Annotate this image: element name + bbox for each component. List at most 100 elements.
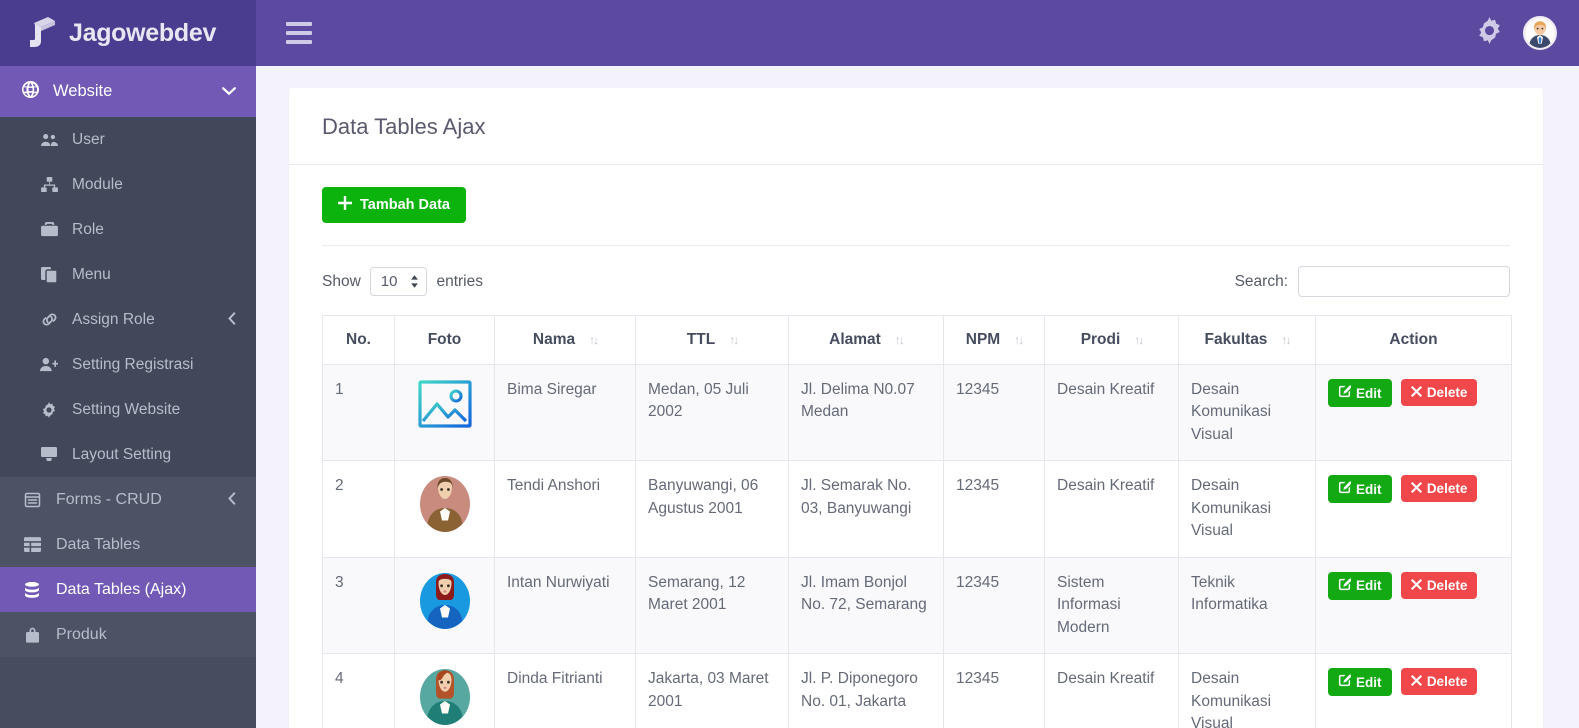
- cell-no: 1: [322, 363, 395, 462]
- sidebar-item-produk[interactable]: Produk: [0, 612, 256, 657]
- sidebar-submenu: User Module Role Menu Assign Role Settin…: [0, 117, 256, 477]
- edit-button[interactable]: Edit: [1328, 668, 1392, 697]
- sidebar-item-label: User: [72, 130, 105, 148]
- sidebar-item-label: Setting Website: [72, 400, 181, 418]
- card-body: Tambah Data Show 10 entries Search: No. …: [289, 165, 1543, 728]
- stepper-arrows-icon: [409, 274, 420, 289]
- column-label: Prodi: [1080, 331, 1121, 348]
- cell-prodi: Desain Kreatif: [1044, 363, 1179, 462]
- chevron-left-icon: [228, 491, 236, 508]
- globe-icon: [22, 80, 39, 103]
- sidebar-item-label: Module: [72, 175, 123, 193]
- entries-value: 10: [380, 273, 398, 290]
- delete-button[interactable]: Delete: [1400, 668, 1478, 696]
- add-data-button[interactable]: Tambah Data: [322, 187, 466, 223]
- delete-button[interactable]: Delete: [1400, 571, 1478, 599]
- column-header-no[interactable]: No.: [322, 315, 395, 365]
- search-input[interactable]: [1298, 266, 1510, 297]
- cell-alamat: Jl. Imam Bonjol No. 72, Semarang: [788, 556, 944, 655]
- sidebar-item-label: Forms - CRUD: [56, 490, 162, 508]
- delete-button[interactable]: Delete: [1400, 379, 1478, 406]
- cell-npm: 12345: [943, 363, 1045, 462]
- menu-toggle-button[interactable]: [286, 22, 312, 44]
- sort-icon: ↑↓: [1281, 333, 1291, 347]
- column-label: Fakultas: [1204, 331, 1268, 348]
- settings-gear-icon[interactable]: [1476, 17, 1503, 49]
- table-row: 4 Dinda Fitrianti Jakarta, 03 Maret 2001…: [322, 653, 1512, 728]
- entries-label: entries: [436, 272, 483, 290]
- column-header-alamat[interactable]: Alamat ↑↓: [788, 315, 944, 365]
- column-label: NPM: [965, 331, 1001, 348]
- cell-nama: Bima Siregar: [494, 363, 636, 462]
- edit-button[interactable]: Edit: [1328, 379, 1392, 407]
- edit-label: Edit: [1356, 481, 1382, 497]
- avatar-male-brown-icon: [419, 476, 470, 533]
- cell-fakultas: Desain Komunikasi Visual: [1178, 653, 1316, 728]
- cell-fakultas: Desain Komunikasi Visual: [1178, 363, 1316, 462]
- column-header-ttl[interactable]: TTL ↑↓: [635, 315, 789, 365]
- length-control: Show 10 entries: [322, 267, 483, 296]
- main-area: Data Tables Ajax Tambah Data Show 10 ent…: [256, 0, 1579, 728]
- sidebar-item-module[interactable]: Module: [0, 162, 256, 207]
- column-header-fakultas[interactable]: Fakultas ↑↓: [1178, 315, 1316, 365]
- sidebar-item-layout-setting[interactable]: Layout Setting: [0, 432, 256, 477]
- cell-ttl: Medan, 05 Juli 2002: [635, 363, 789, 462]
- delete-button[interactable]: Delete: [1400, 475, 1478, 503]
- image-placeholder-icon: [417, 380, 472, 428]
- sidebar-item-setting-registrasi[interactable]: Setting Registrasi: [0, 342, 256, 387]
- cell-prodi: Sistem Informasi Modern: [1044, 556, 1179, 655]
- edit-pencil-icon: [1338, 481, 1352, 497]
- column-header-prodi[interactable]: Prodi ↑↓: [1044, 315, 1179, 365]
- sidebar-item-label: Assign Role: [72, 310, 155, 328]
- sidebar-item-label: Data Tables: [56, 535, 141, 553]
- user-avatar[interactable]: [1523, 16, 1557, 50]
- gear-icon: [40, 401, 58, 418]
- brand-logo[interactable]: Jagowebdev: [0, 0, 256, 66]
- card-header: Data Tables Ajax: [289, 88, 1543, 165]
- column-header-foto[interactable]: Foto: [394, 315, 495, 365]
- sidebar-item-assign-role[interactable]: Assign Role: [0, 297, 256, 342]
- plus-icon: [338, 196, 352, 214]
- topbar-actions: [1476, 16, 1557, 50]
- bag-icon: [22, 627, 42, 643]
- cell-action: Edit Delete: [1315, 363, 1512, 462]
- data-table: No. Foto Nama ↑↓ TTL ↑↓ Alamat ↑↓ NPM ↑↓…: [322, 315, 1512, 728]
- cell-npm: 12345: [943, 460, 1045, 558]
- cell-foto: [394, 460, 495, 558]
- column-header-npm[interactable]: NPM ↑↓: [943, 315, 1045, 365]
- sidebar-item-forms-crud[interactable]: Forms - CRUD: [0, 477, 256, 522]
- column-header-nama[interactable]: Nama ↑↓: [494, 315, 636, 365]
- datatable-card: Data Tables Ajax Tambah Data Show 10 ent…: [289, 88, 1543, 728]
- sidebar-group-website[interactable]: Website: [0, 66, 256, 117]
- sidebar-item-data-tables[interactable]: Data Tables: [0, 522, 256, 567]
- column-label: Foto: [427, 331, 462, 348]
- edit-button[interactable]: Edit: [1328, 571, 1392, 600]
- edit-button[interactable]: Edit: [1328, 475, 1392, 504]
- column-label: Action: [1389, 331, 1438, 348]
- entries-select[interactable]: 10: [369, 267, 428, 296]
- briefcase-icon: [40, 222, 58, 237]
- cell-alamat: Jl. Delima N0.07 Medan: [788, 363, 944, 462]
- sidebar-item-setting-website[interactable]: Setting Website: [0, 387, 256, 432]
- edit-label: Edit: [1356, 385, 1382, 401]
- sidebar-item-role[interactable]: Role: [0, 207, 256, 252]
- copy-icon: [40, 266, 58, 283]
- cell-prodi: Desain Kreatif: [1044, 460, 1179, 558]
- cell-fakultas: Desain Komunikasi Visual: [1178, 460, 1316, 558]
- sort-icon: ↑↓: [894, 333, 905, 347]
- chevron-left-icon: [228, 311, 236, 328]
- sort-icon: ↑↓: [1134, 333, 1144, 347]
- edit-label: Edit: [1356, 674, 1382, 690]
- sidebar-main-items: Forms - CRUD Data Tables Data Tables (Aj…: [0, 477, 256, 657]
- sidebar-item-label: Setting Registrasi: [72, 355, 194, 373]
- content-area: Data Tables Ajax Tambah Data Show 10 ent…: [256, 66, 1579, 728]
- cell-ttl: Jakarta, 03 Maret 2001: [635, 653, 789, 728]
- avatar-female-teal-icon: [419, 669, 470, 726]
- table-row: 2 Tendi Anshori Banyuwangi, 06 Agustus 2…: [322, 460, 1512, 558]
- sidebar-item-menu[interactable]: Menu: [0, 252, 256, 297]
- edit-label: Edit: [1356, 578, 1382, 594]
- sidebar-item-user[interactable]: User: [0, 117, 256, 162]
- sidebar-group-label: Website: [53, 82, 113, 100]
- cell-no: 3: [322, 556, 395, 655]
- sidebar-item-data-tables-ajax[interactable]: Data Tables (Ajax): [0, 567, 256, 612]
